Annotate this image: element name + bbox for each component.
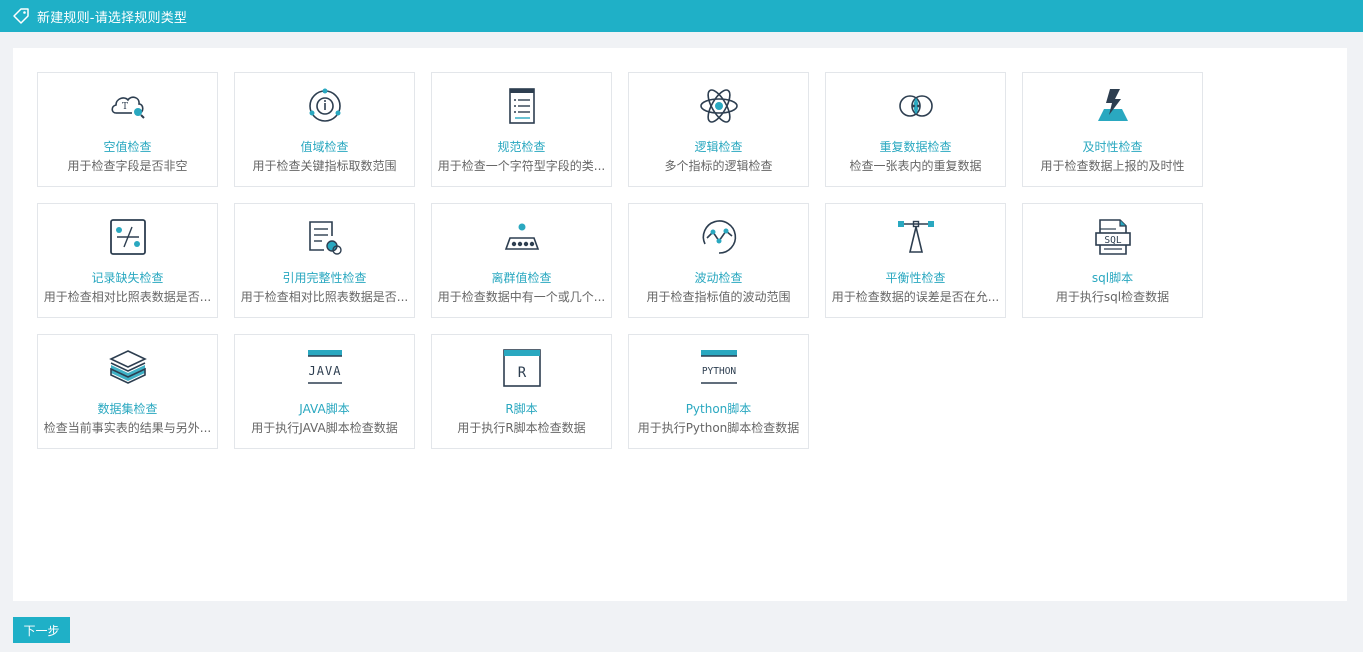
rule-card-missing-record-check[interactable]: 记录缺失检查 用于检查相对比照表数据是否... [37, 203, 218, 318]
title-bar: 新建规则-请选择规则类型 [0, 0, 1363, 32]
rule-card-duplicate-check[interactable]: 重复数据检查 检查一张表内的重复数据 [825, 72, 1006, 187]
rule-card-desc: 多个指标的逻辑检查 [664, 159, 773, 173]
rule-card-title: sql脚本 [1091, 271, 1134, 285]
rule-card-logic-check[interactable]: 逻辑检查 多个指标的逻辑检查 [628, 72, 809, 187]
rule-card-balance-check[interactable]: 平衡性检查 用于检查数据的误差是否在允... [825, 203, 1006, 318]
rule-type-panel: T 空值检查 用于检查字段是否非空 值域检查 用于检查关键指标取数范围 规范检查… [13, 48, 1347, 601]
rule-card-desc: 用于检查数据中有一个或几个... [437, 290, 606, 304]
rule-card-desc: 用于执行R脚本检查数据 [457, 421, 586, 435]
rule-card-desc: 用于检查一个字符型字段的类... [437, 159, 606, 173]
rule-card-title: 波动检查 [694, 271, 743, 285]
rule-card-title: 离群值检查 [491, 271, 552, 285]
layers-icon [107, 347, 149, 389]
sql-file-icon: SQL [1092, 216, 1134, 258]
rule-card-r-script[interactable]: R R脚本 用于执行R脚本检查数据 [431, 334, 612, 449]
rule-card-desc: 用于检查关键指标取数范围 [252, 159, 397, 173]
overlap-circles-icon [895, 85, 937, 127]
rule-card-desc: 用于检查数据的误差是否在允... [831, 290, 1000, 304]
rule-card-desc: 检查一张表内的重复数据 [849, 159, 982, 173]
svg-text:T: T [122, 102, 128, 112]
rule-card-desc: 用于检查字段是否非空 [67, 159, 188, 173]
rule-card-range-check[interactable]: 值域检查 用于检查关键指标取数范围 [234, 72, 415, 187]
rule-card-title: R脚本 [505, 402, 538, 416]
rule-card-title: 引用完整性检查 [282, 271, 367, 285]
rule-card-desc: 用于检查数据上报的及时性 [1040, 159, 1185, 173]
rule-card-title: Python脚本 [685, 402, 752, 416]
rule-card-title: 逻辑检查 [694, 140, 743, 154]
rule-card-title: 记录缺失检查 [91, 271, 164, 285]
python-icon: PYTHON [698, 347, 740, 389]
cloud-search-icon: T [107, 85, 149, 127]
rule-card-desc: 用于执行sql检查数据 [1055, 290, 1170, 304]
percent-toggle-icon [107, 216, 149, 258]
svg-text:PYTHON: PYTHON [701, 366, 736, 377]
rule-card-title: JAVA脚本 [299, 402, 350, 416]
rule-card-title: 空值检查 [103, 140, 152, 154]
rule-card-title: 规范检查 [497, 140, 546, 154]
rule-card-outlier-check[interactable]: 离群值检查 用于检查数据中有一个或几个... [431, 203, 612, 318]
range-info-icon [304, 85, 346, 127]
rule-card-fluctuation-check[interactable]: 波动检查 用于检查指标值的波动范围 [628, 203, 809, 318]
r-script-icon: R [501, 347, 543, 389]
rule-card-desc: 用于检查相对比照表数据是否... [240, 290, 409, 304]
link-document-icon [304, 216, 346, 258]
rule-card-java-script[interactable]: JAVA JAVA脚本 用于执行JAVA脚本检查数据 [234, 334, 415, 449]
rule-card-null-check[interactable]: T 空值检查 用于检查字段是否非空 [37, 72, 218, 187]
rule-card-title: 重复数据检查 [879, 140, 952, 154]
svg-text:SQL: SQL [1104, 235, 1121, 246]
rule-card-referential-integrity-check[interactable]: 引用完整性检查 用于检查相对比照表数据是否... [234, 203, 415, 318]
outlier-dots-icon [501, 216, 543, 258]
document-list-icon [501, 85, 543, 127]
rule-card-title: 及时性检查 [1082, 140, 1143, 154]
rule-card-title: 数据集检查 [97, 402, 158, 416]
rule-card-desc: 用于执行Python脚本检查数据 [637, 421, 800, 435]
next-step-button[interactable]: 下一步 [13, 617, 70, 643]
rule-card-desc: 检查当前事实表的结果与另外... [43, 421, 212, 435]
rule-card-standard-check[interactable]: 规范检查 用于检查一个字符型字段的类... [431, 72, 612, 187]
rule-card-desc: 用于检查相对比照表数据是否... [43, 290, 212, 304]
page-title: 新建规则-请选择规则类型 [37, 10, 188, 26]
rule-card-python-script[interactable]: PYTHON Python脚本 用于执行Python脚本检查数据 [628, 334, 809, 449]
rule-card-sql-script[interactable]: SQL sql脚本 用于执行sql检查数据 [1022, 203, 1203, 318]
wave-circle-icon [698, 216, 740, 258]
lightning-icon [1092, 85, 1134, 127]
rule-card-desc: 用于执行JAVA脚本检查数据 [251, 421, 398, 435]
atom-icon [698, 85, 740, 127]
rule-card-timeliness-check[interactable]: 及时性检查 用于检查数据上报的及时性 [1022, 72, 1203, 187]
svg-text:R: R [517, 365, 526, 381]
rule-card-title: 平衡性检查 [885, 271, 946, 285]
rule-card-title: 值域检查 [300, 140, 349, 154]
svg-text:JAVA: JAVA [308, 364, 341, 378]
rule-card-dataset-check[interactable]: 数据集检查 检查当前事实表的结果与另外... [37, 334, 218, 449]
rule-card-desc: 用于检查指标值的波动范围 [646, 290, 791, 304]
tag-icon [12, 7, 30, 25]
rule-type-grid: T 空值检查 用于检查字段是否非空 值域检查 用于检查关键指标取数范围 规范检查… [37, 72, 1203, 449]
balance-icon [895, 216, 937, 258]
java-icon: JAVA [304, 347, 346, 389]
